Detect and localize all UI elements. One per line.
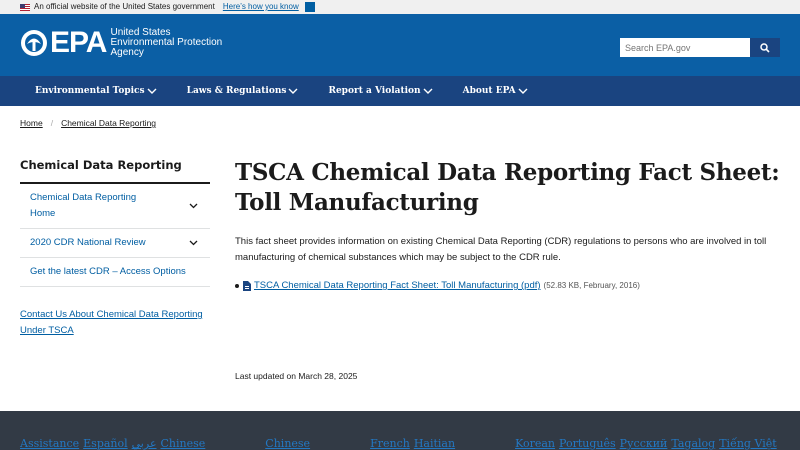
footer-link[interactable]: عربي (132, 437, 157, 450)
site-search (620, 38, 780, 57)
chevron-down-icon (423, 88, 433, 94)
breadcrumb-current[interactable]: Chemical Data Reporting (61, 118, 156, 128)
fact-sheet-pdf-link[interactable]: TSCA Chemical Data Reporting Fact Sheet:… (254, 278, 541, 294)
chevron-down-icon[interactable] (304, 2, 315, 12)
sidebar-item-2020-review[interactable]: 2020 CDR National Review (20, 229, 210, 258)
chevron-down-icon (288, 88, 298, 94)
nav-environmental-topics[interactable]: Environmental Topics (20, 76, 172, 106)
chevron-down-icon (518, 88, 528, 94)
sidebar-title: Chemical Data Reporting (20, 158, 210, 184)
footer-link[interactable]: Русский (620, 437, 668, 450)
site-header: EPA United States Environmental Protecti… (0, 14, 800, 76)
breadcrumb-separator: / (50, 118, 54, 128)
search-input[interactable] (620, 38, 750, 57)
footer-link[interactable]: Tiếng Việt (719, 437, 776, 450)
footer-link[interactable]: Haitian (414, 437, 455, 450)
chevron-down-icon (147, 88, 157, 94)
language-links: Assistance Español عربي Chinese Chinese … (20, 437, 781, 450)
footer: Assistance Español عربي Chinese Chinese … (0, 411, 800, 450)
main-nav: Environmental Topics Laws & Regulations … (0, 76, 800, 106)
intro-paragraph: This fact sheet provides information on … (235, 236, 767, 263)
epa-seal-icon (21, 30, 47, 56)
pdf-file-icon (243, 281, 251, 291)
chevron-down-icon[interactable] (189, 203, 198, 209)
main-content: TSCA Chemical Data Reporting Fact Sheet:… (235, 158, 780, 294)
footer-link[interactable]: Chinese (161, 437, 206, 450)
document-list: TSCA Chemical Data Reporting Fact Sheet:… (235, 278, 780, 294)
last-updated: Last updated on March 28, 2025 (235, 371, 358, 381)
logo-wordmark: EPA (50, 26, 107, 59)
footer-link[interactable]: Tagalog (671, 437, 715, 450)
gov-banner: An official website of the United States… (0, 0, 800, 14)
footer-link[interactable]: French (370, 437, 410, 450)
search-icon (760, 42, 770, 53)
us-flag-icon (20, 3, 30, 11)
search-button[interactable] (750, 38, 780, 57)
footer-link[interactable]: Português (559, 437, 616, 450)
breadcrumb: Home / Chemical Data Reporting (20, 118, 156, 128)
nav-about-epa[interactable]: About EPA (448, 76, 543, 106)
sidebar-item-cdr-home[interactable]: Chemical Data Reporting Home (20, 184, 210, 229)
gov-banner-text: An official website of the United States… (34, 2, 215, 11)
document-meta: (52.83 KB, February, 2016) (543, 281, 640, 290)
sidebar-item-access-options[interactable]: Get the latest CDR – Access Options (20, 258, 210, 287)
footer-link[interactable]: Chinese (265, 437, 310, 450)
agency-name: United States Environmental Protection A… (110, 27, 223, 58)
sidebar: Chemical Data Reporting Chemical Data Re… (20, 158, 210, 339)
footer-link[interactable]: Español (83, 437, 128, 450)
heres-how-you-know-link[interactable]: Here’s how you know (223, 0, 299, 14)
epa-logo[interactable]: EPA United States Environmental Protecti… (20, 28, 222, 58)
nav-laws-regulations[interactable]: Laws & Regulations (172, 76, 314, 106)
contact-us-link[interactable]: Contact Us About Chemical Data Reporting… (20, 307, 215, 339)
footer-link[interactable]: Korean (515, 437, 555, 450)
footer-link[interactable]: Assistance (20, 437, 79, 450)
nav-report-violation[interactable]: Report a Violation (313, 76, 447, 106)
page-title: TSCA Chemical Data Reporting Fact Sheet:… (235, 159, 780, 216)
breadcrumb-home[interactable]: Home (20, 118, 43, 128)
list-item: TSCA Chemical Data Reporting Fact Sheet:… (235, 278, 780, 294)
chevron-down-icon[interactable] (189, 240, 198, 246)
